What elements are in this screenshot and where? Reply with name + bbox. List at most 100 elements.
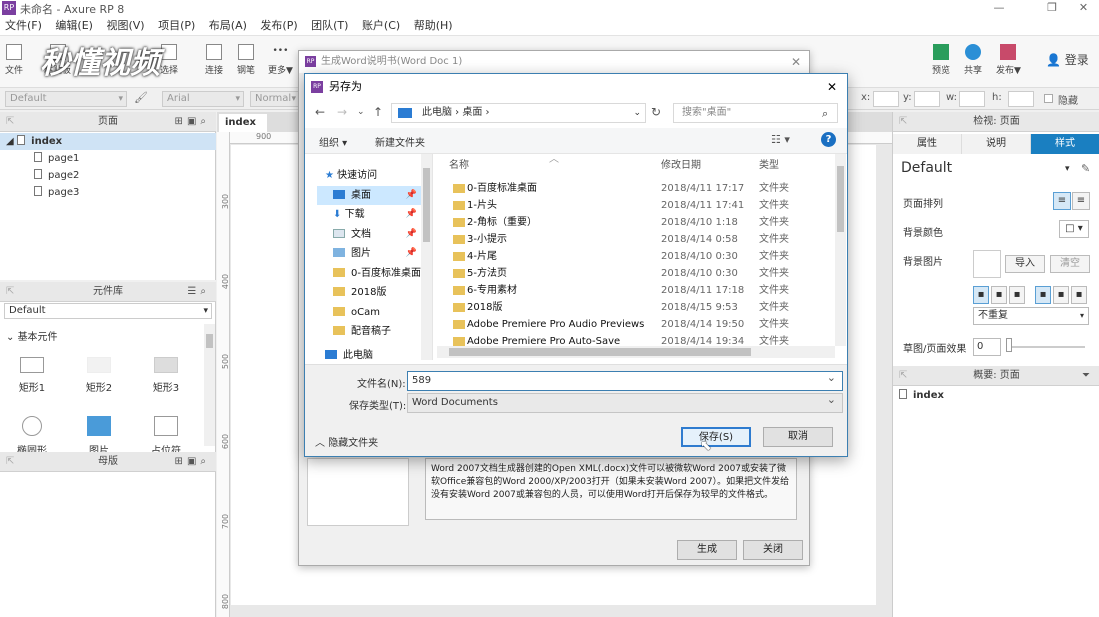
close-button[interactable]: 关闭 <box>743 540 803 560</box>
nav-folder[interactable]: 0-百度标准桌面 <box>333 264 421 283</box>
view-options-icon[interactable]: ☷ ▾ <box>771 133 790 146</box>
menu-arrange[interactable]: 布局(A) <box>204 16 252 36</box>
nav-folder[interactable]: 配音稿子 <box>333 322 391 341</box>
widget-image[interactable]: 图片 <box>74 416 124 457</box>
file-button[interactable]: 文件 <box>5 44 23 76</box>
file-list-scrollbar[interactable] <box>835 154 846 346</box>
chevron-down-icon[interactable]: ⌄ <box>633 104 641 122</box>
pin-icon[interactable]: ⇱ <box>6 112 14 132</box>
column-header-name[interactable]: 名称 <box>449 156 469 176</box>
tab-style[interactable]: 样式 <box>1031 134 1099 154</box>
nav-folder[interactable]: 2018版 <box>333 283 386 302</box>
repeat-select[interactable]: 不重复 ▾ <box>973 307 1089 325</box>
word-options-list[interactable] <box>307 458 409 526</box>
hide-folders-toggle[interactable]: ︿ 隐藏文件夹 <box>315 434 378 449</box>
library-select[interactable]: Default <box>4 303 212 319</box>
style-select[interactable]: Default <box>5 91 127 107</box>
nav-downloads[interactable]: ⬇ 下载 📌 <box>333 205 421 224</box>
edit-style-icon[interactable]: ✎ <box>1081 162 1090 175</box>
organize-button[interactable]: 组织 ▾ <box>319 134 347 149</box>
widget-ellipse[interactable]: 椭圆形 <box>7 416 57 457</box>
nav-folder[interactable]: oCam <box>333 303 380 322</box>
scroll-thumb[interactable] <box>837 166 844 232</box>
outline-item[interactable]: index <box>899 389 944 401</box>
pin-icon[interactable]: 📌 <box>406 186 417 205</box>
tab-notes[interactable]: 说明 <box>962 134 1031 154</box>
format-painter-icon[interactable]: 🖌 <box>134 91 148 104</box>
bg-color-picker[interactable]: □ ▾ <box>1059 220 1089 238</box>
page-tree-item[interactable]: page3 <box>0 184 216 201</box>
restore-icon[interactable]: ❐ <box>1032 0 1072 16</box>
close-icon[interactable]: ✕ <box>791 51 801 73</box>
minimize-icon[interactable]: — <box>979 0 1019 16</box>
pin-icon[interactable]: ⇱ <box>6 282 14 302</box>
address-segment[interactable]: 桌面 <box>462 107 482 118</box>
file-row[interactable]: Adobe Premiere Pro Audio Previews 2018/4/… <box>437 316 837 333</box>
widget-rect3[interactable]: 矩形3 <box>141 357 191 394</box>
close-icon[interactable]: ✕ <box>1068 0 1099 16</box>
h-input[interactable] <box>1008 91 1034 107</box>
widget-rect1[interactable]: 矩形1 <box>7 357 57 394</box>
pen-button[interactable]: 钢笔 <box>237 44 255 76</box>
nav-quick-access[interactable]: ★ 快速访问 <box>325 166 377 185</box>
add-folder-icon[interactable]: ▣ <box>187 116 200 127</box>
x-input[interactable] <box>873 91 899 107</box>
filename-input[interactable]: 589 <box>407 369 843 391</box>
address-bar[interactable]: 此电脑 › 桌面 › ⌄ <box>391 103 646 123</box>
menu-file[interactable]: 文件(F) <box>0 16 47 36</box>
file-row[interactable]: 5-方法页 2018/4/10 0:30 文件夹 <box>437 265 837 282</box>
more-button[interactable]: ••• 更多▼ <box>268 44 293 76</box>
login-button[interactable]: 👤 登录 <box>1046 51 1089 68</box>
align-option-button[interactable]: ▪ <box>991 286 1007 304</box>
cancel-button[interactable]: 取消 <box>763 427 833 447</box>
weight-select[interactable]: Normal <box>250 91 300 107</box>
style-dropdown-icon[interactable]: ▾ <box>1065 164 1070 174</box>
bg-image-thumbnail[interactable] <box>973 250 1001 278</box>
align-option-button[interactable]: ▪ <box>1071 286 1087 304</box>
widget-placeholder[interactable]: 占位符 <box>141 416 191 457</box>
scroll-thumb[interactable] <box>449 348 751 356</box>
file-row[interactable]: 4-片尾 2018/4/10 0:30 文件夹 <box>437 248 837 265</box>
nav-desktop[interactable]: 桌面 📌 <box>317 186 421 205</box>
new-folder-button[interactable]: 新建文件夹 <box>375 134 425 149</box>
preview-button[interactable]: 预览 <box>932 44 950 76</box>
scroll-thumb[interactable] <box>423 168 430 242</box>
close-icon[interactable]: ✕ <box>827 74 837 100</box>
align-option-button[interactable]: ▪ <box>1009 286 1025 304</box>
back-icon[interactable]: ← <box>315 105 325 119</box>
sketch-slider[interactable] <box>1007 346 1085 348</box>
search-icon[interactable]: ⌕ <box>200 456 210 467</box>
align-center-button[interactable]: ≡ <box>1072 192 1090 210</box>
align-left-button[interactable]: ≡ <box>1053 192 1071 210</box>
slider-thumb[interactable] <box>1006 338 1012 352</box>
refresh-icon[interactable]: ↻ <box>651 105 661 119</box>
menu-view[interactable]: 视图(V) <box>101 16 149 36</box>
menu-edit[interactable]: 编辑(E) <box>50 16 98 36</box>
pin-icon[interactable]: ⇱ <box>899 112 907 132</box>
style-name[interactable]: Default <box>901 160 952 176</box>
library-scrollbar[interactable] <box>204 324 215 446</box>
pin-icon[interactable]: ⇱ <box>899 366 907 386</box>
sketch-input[interactable]: 0 <box>973 338 1001 356</box>
up-icon[interactable]: ↑ <box>373 105 383 119</box>
select-button[interactable]: 选择 <box>160 44 178 76</box>
add-folder-icon[interactable]: ▣ <box>187 456 200 467</box>
pin-icon[interactable]: 📌 <box>406 225 417 244</box>
file-row[interactable]: 3-小提示 2018/4/14 0:58 文件夹 <box>437 231 837 248</box>
nav-this-pc[interactable]: 此电脑 <box>325 346 373 360</box>
menu-account[interactable]: 账户(C) <box>357 16 405 36</box>
w-input[interactable] <box>959 91 985 107</box>
file-row[interactable]: 0-百度标准桌面 2018/4/11 17:17 文件夹 <box>437 180 837 197</box>
hide-checkbox[interactable] <box>1044 94 1053 103</box>
scroll-thumb[interactable] <box>206 334 213 348</box>
menu-publish[interactable]: 发布(P) <box>255 16 302 36</box>
library-group[interactable]: ⌄ 基本元件 <box>6 328 58 343</box>
page-tree-item[interactable]: page2 <box>0 167 216 184</box>
clear-button[interactable]: 清空 <box>1050 255 1090 273</box>
generate-button[interactable]: 生成 <box>677 540 737 560</box>
align-option-button[interactable]: ▪ <box>1053 286 1069 304</box>
share-button[interactable]: 共享 <box>964 44 982 76</box>
nav-documents[interactable]: 文档 📌 <box>333 225 421 244</box>
column-header-date[interactable]: 修改日期 <box>661 156 701 176</box>
file-row[interactable]: 6-专用素材 2018/4/11 17:18 文件夹 <box>437 282 837 299</box>
